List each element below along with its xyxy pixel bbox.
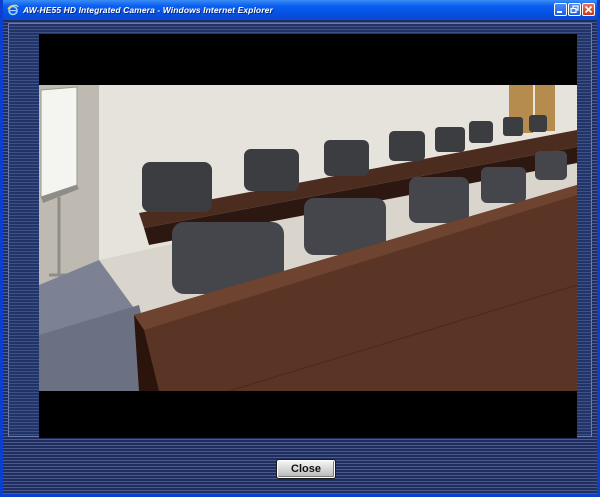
window-title: AW-HE55 HD Integrated Camera - Windows I…: [23, 5, 273, 15]
internet-explorer-icon: [6, 3, 20, 17]
camera-view-panel: [8, 23, 592, 438]
restore-icon: [570, 5, 579, 14]
close-icon: [584, 5, 593, 14]
minimize-button[interactable]: [554, 3, 567, 16]
client-area: [3, 20, 597, 494]
camera-live-image: [39, 85, 577, 391]
maximize-button[interactable]: [568, 3, 581, 16]
minimize-icon: [557, 11, 562, 13]
close-window-button[interactable]: [582, 3, 595, 16]
title-bar[interactable]: AW-HE55 HD Integrated Camera - Windows I…: [3, 0, 597, 20]
browser-window: AW-HE55 HD Integrated Camera - Windows I…: [0, 0, 600, 497]
window-controls: [554, 3, 595, 16]
live-video-frame: [39, 34, 577, 438]
close-button[interactable]: Close: [277, 460, 335, 478]
